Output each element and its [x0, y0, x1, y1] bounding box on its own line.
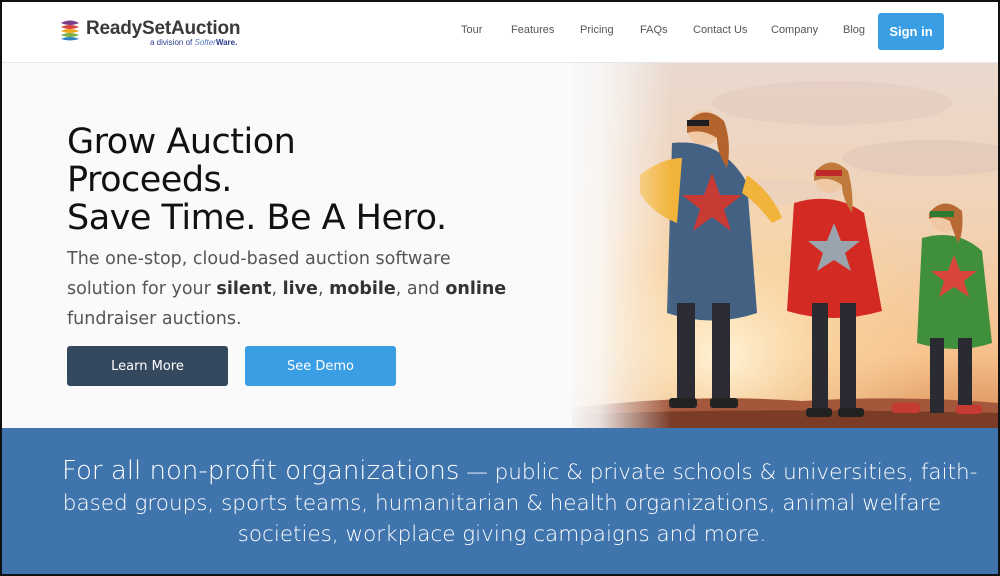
logo-subtitle: a division of SofterWare. — [150, 38, 238, 47]
logo[interactable]: ReadySetAuction a division of SofterWare… — [58, 16, 248, 50]
sign-in-button[interactable]: Sign in — [878, 13, 944, 50]
site-header: ReadySetAuction a division of SofterWare… — [2, 2, 998, 63]
nav-faqs[interactable]: FAQs — [640, 24, 668, 36]
audience-band: For all non-profit organizations — publi… — [2, 428, 998, 574]
nav-contact-us[interactable]: Contact Us — [693, 24, 747, 36]
logo-name: ReadySetAuction — [86, 18, 241, 39]
hero-image-fade — [562, 63, 672, 428]
browser-frame: ReadySetAuction a division of SofterWare… — [0, 0, 1000, 576]
headline-line-2: Proceeds. — [67, 160, 232, 200]
hero-subtext: The one-stop, cloud-based auction softwa… — [67, 249, 507, 329]
audience-text: For all non-profit organizations — publi… — [62, 456, 978, 547]
see-demo-button[interactable]: See Demo — [245, 346, 396, 386]
logo-stack-icon — [61, 20, 79, 41]
hero-section: Grow Auction Proceeds. Save Time. Be A H… — [2, 63, 998, 428]
nav-features[interactable]: Features — [511, 24, 554, 36]
nav-company[interactable]: Company — [771, 24, 818, 36]
hero-headline: Grow Auction Proceeds. Save Time. Be A H… — [67, 123, 547, 237]
nav-tour[interactable]: Tour — [461, 24, 482, 36]
headline-line-3: Save Time. Be A Hero. — [67, 198, 447, 238]
headline-line-1: Grow Auction — [67, 122, 296, 162]
nav-pricing[interactable]: Pricing — [580, 24, 614, 36]
audience-lead: For all non-profit organizations — [62, 456, 460, 486]
learn-more-button[interactable]: Learn More — [67, 346, 228, 386]
nav-blog[interactable]: Blog — [843, 24, 865, 36]
